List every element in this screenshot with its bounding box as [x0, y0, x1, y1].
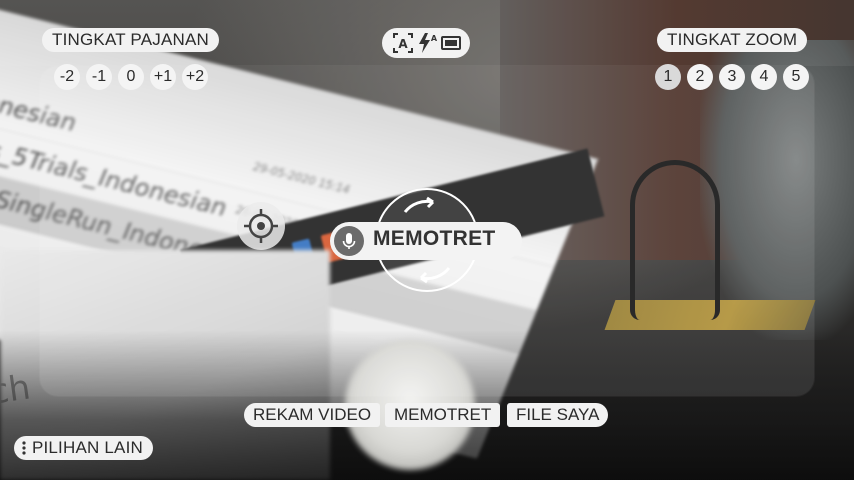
exposure-level-minus-2[interactable]: -2 [54, 64, 80, 90]
shutter-label-text: MEMOTRET [373, 227, 496, 250]
zoom-level-5[interactable]: 5 [783, 64, 809, 90]
shutter-voice-label[interactable]: MEMOTRET [330, 222, 522, 260]
exposure-title: TINGKAT PAJANAN [42, 28, 219, 52]
zoom-level-3[interactable]: 3 [719, 64, 745, 90]
more-options-button[interactable]: PILIHAN LAIN [14, 436, 153, 460]
auto-focus-icon[interactable]: A [392, 32, 414, 59]
zoom-level-4[interactable]: 4 [751, 64, 777, 90]
focus-target-icon [244, 209, 278, 243]
zoom-level-1[interactable]: 1 [655, 64, 681, 90]
camera-mode-bar: A A [382, 28, 470, 58]
zoom-title: TINGKAT ZOOM [657, 28, 808, 52]
exposure-level-plus-1[interactable]: +1 [150, 64, 176, 90]
flash-auto-letter: A [431, 34, 438, 43]
aspect-ratio-icon[interactable] [440, 32, 462, 59]
tab-my-files[interactable]: FILE SAYA [507, 403, 609, 427]
focus-button[interactable] [237, 202, 285, 250]
microphone-icon [334, 226, 364, 256]
exposure-level-0[interactable]: 0 [118, 64, 144, 90]
vertical-dots-icon [21, 436, 27, 467]
more-options-label: PILIHAN LAIN [31, 438, 143, 457]
tab-take-photo[interactable]: MEMOTRET [385, 403, 501, 427]
exposure-level-minus-1[interactable]: -1 [86, 64, 112, 90]
tab-record-video[interactable]: REKAM VIDEO [244, 403, 381, 427]
zoom-level-2[interactable]: 2 [687, 64, 713, 90]
exposure-level-plus-2[interactable]: +2 [182, 64, 208, 90]
flash-auto-icon[interactable]: A [416, 32, 438, 59]
auto-focus-letter: A [398, 37, 408, 51]
